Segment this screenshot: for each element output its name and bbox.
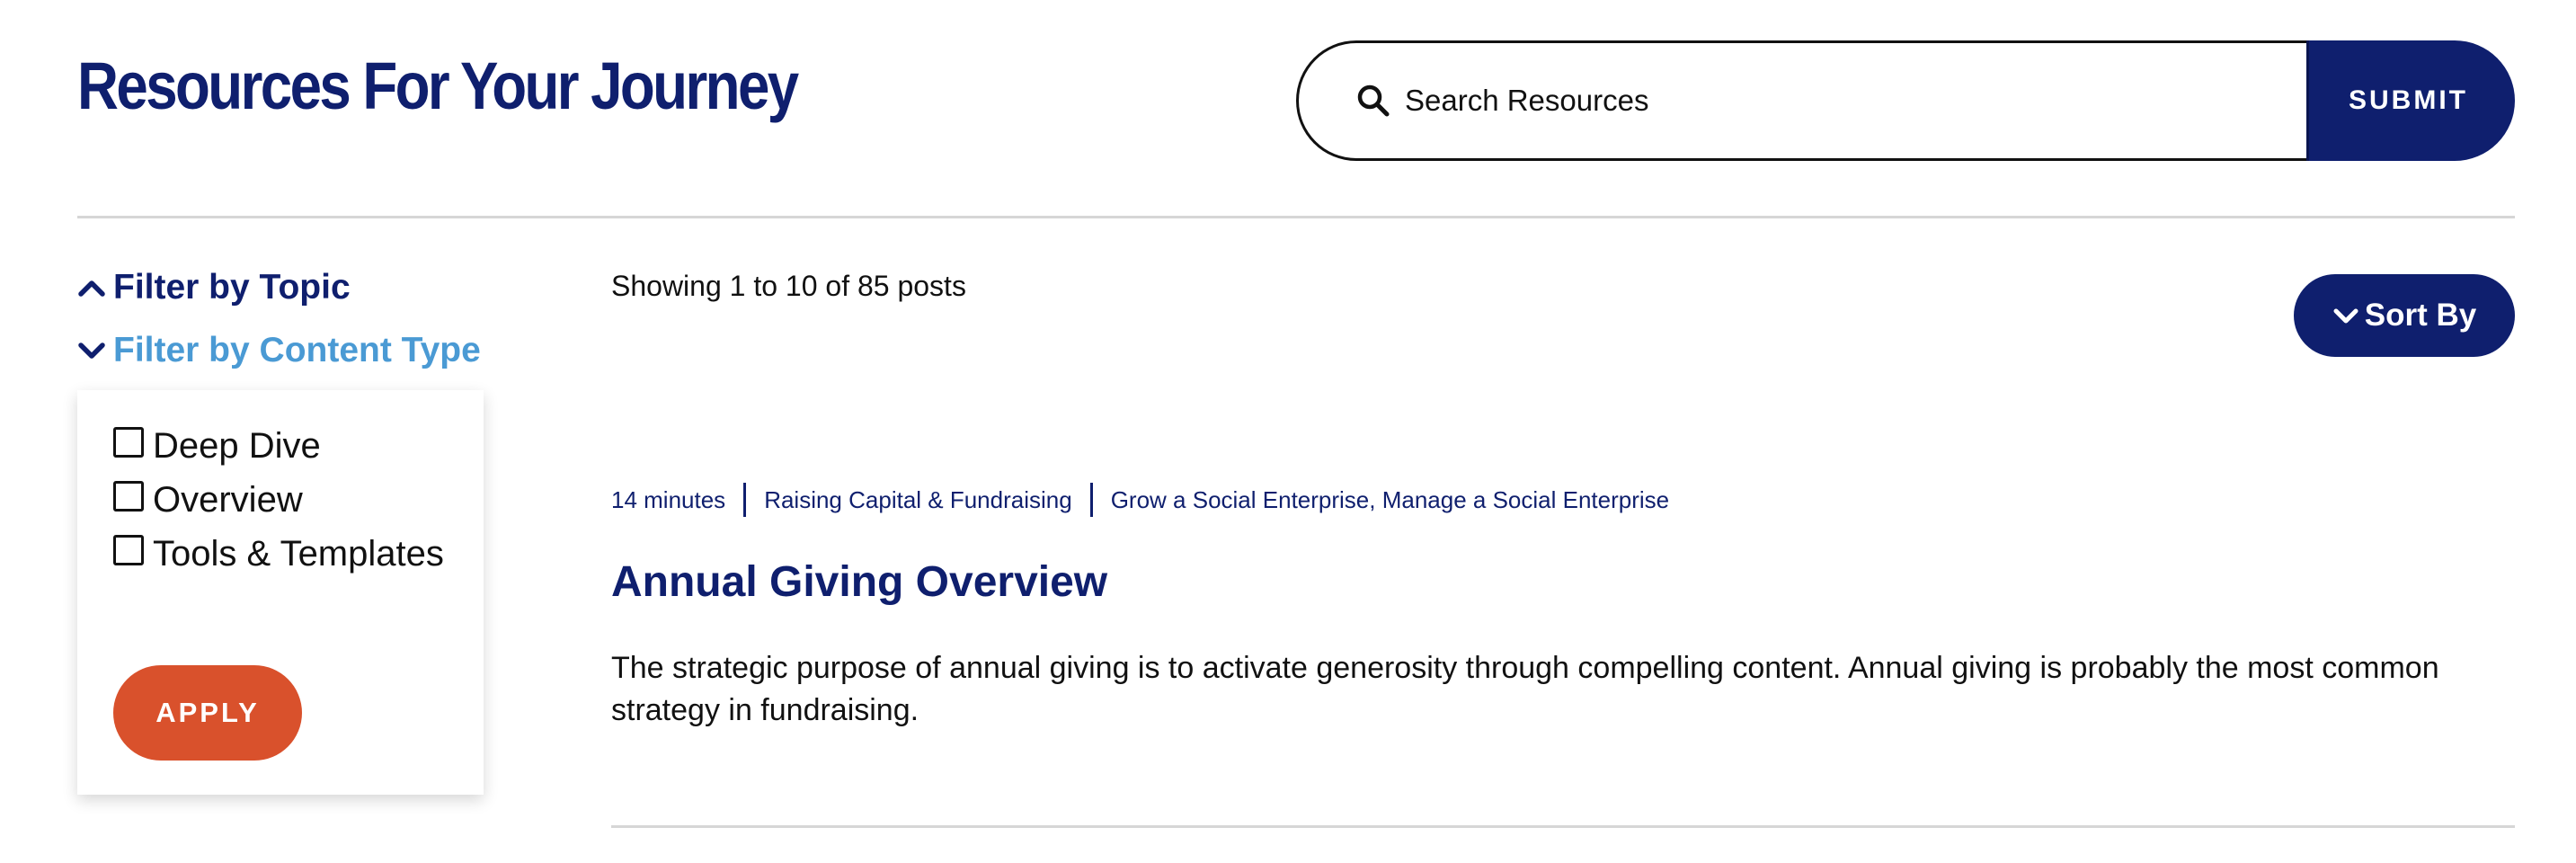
filter-by-content-type-label: Filter by Content Type: [113, 331, 481, 369]
deep-dive-checkbox[interactable]: [113, 426, 144, 458]
chevron-up-icon: [77, 273, 106, 302]
option-deep-dive[interactable]: Deep Dive: [113, 426, 321, 467]
content-type-filter-panel: Deep Dive Overview Tools & Templates APP…: [77, 390, 484, 795]
post-divider: [611, 825, 2515, 828]
post-tags-link[interactable]: Grow a Social Enterprise, Manage a Socia…: [1111, 486, 1669, 514]
meta-divider: [743, 483, 747, 517]
header-divider: [77, 216, 2515, 218]
deep-dive-label: Deep Dive: [153, 426, 321, 466]
option-tools-templates[interactable]: Tools & Templates: [113, 534, 444, 574]
search-form: SUBMIT: [1296, 40, 2515, 161]
search-box[interactable]: [1296, 40, 2306, 161]
tools-templates-label: Tools & Templates: [153, 534, 444, 574]
page-title: Resources For Your Journey: [77, 49, 799, 123]
apply-button[interactable]: APPLY: [113, 665, 302, 761]
post-title-link[interactable]: Annual Giving Overview: [611, 552, 1107, 613]
post-read-time: 14 minutes: [611, 485, 726, 513]
overview-label: Overview: [153, 480, 303, 520]
option-overview[interactable]: Overview: [113, 480, 303, 520]
search-input[interactable]: [1405, 84, 2214, 118]
filter-by-topic-toggle[interactable]: Filter by Topic: [77, 268, 351, 307]
results-count: Showing 1 to 10 of 85 posts: [611, 270, 966, 302]
sort-by-button[interactable]: Sort By: [2294, 274, 2515, 357]
meta-divider: [1089, 483, 1093, 517]
sort-by-label: Sort By: [2364, 298, 2477, 333]
filter-by-content-type-toggle[interactable]: Filter by Content Type: [77, 331, 481, 370]
post-excerpt: The strategic purpose of annual giving i…: [611, 651, 2439, 727]
search-icon: [1355, 82, 1392, 120]
chevron-down-icon: [2332, 301, 2359, 330]
post-category-link[interactable]: Raising Capital & Fundraising: [764, 486, 1072, 514]
post-meta: 14 minutes Raising Capital & Fundraising…: [611, 482, 1669, 518]
submit-button[interactable]: SUBMIT: [2306, 40, 2515, 161]
filter-by-topic-label: Filter by Topic: [113, 268, 351, 307]
tools-templates-checkbox[interactable]: [113, 534, 144, 565]
overview-checkbox[interactable]: [113, 480, 144, 512]
chevron-down-icon: [77, 336, 106, 365]
